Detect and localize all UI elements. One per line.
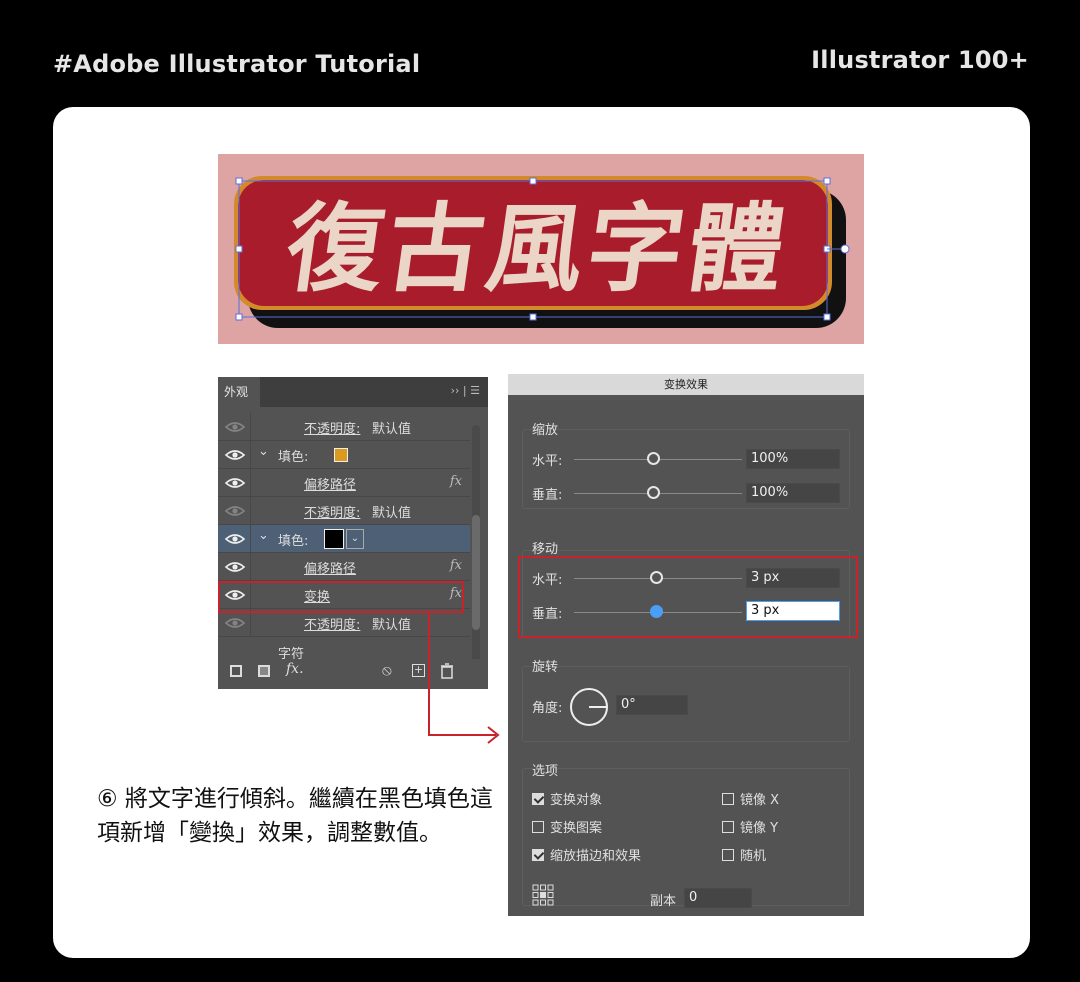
scale-v-knob[interactable] <box>647 486 660 499</box>
row-offset-path-2[interactable]: 偏移路径 fx <box>218 553 470 581</box>
row-label[interactable]: 填色: <box>278 530 308 549</box>
options-label: 选项 <box>532 764 559 779</box>
banner-text: 復古風字體 <box>279 192 796 304</box>
scale-v-label: 垂直: <box>532 488 563 503</box>
transform-effect-dialog: 变换效果 缩放 水平: 100% 垂直: 100% 移动 水平: 3 px 垂直… <box>508 374 864 916</box>
scale-label: 缩放 <box>532 423 559 438</box>
caption-text: ⑥ 將文字進行傾斜。繼續在黑色填色這項新增「變換」效果，調整數值。 <box>97 786 493 846</box>
fx-icon[interactable]: fx <box>450 474 462 489</box>
eye-icon[interactable] <box>224 613 246 633</box>
angle-dial-icon[interactable] <box>568 686 610 728</box>
row-label[interactable]: 偏移路径 <box>304 474 356 493</box>
scale-v-input[interactable]: 100% <box>746 483 840 503</box>
row-label[interactable]: 不透明度: <box>304 502 360 521</box>
clear-appearance-icon[interactable]: ⦸ <box>382 661 392 679</box>
add-effect-button[interactable]: fx. <box>286 661 304 677</box>
checkbox-random[interactable]: 随机 <box>722 845 766 864</box>
row-label[interactable]: 偏移路径 <box>304 558 356 577</box>
eye-icon[interactable] <box>224 445 246 465</box>
copies-label: 副本 <box>650 894 677 909</box>
scale-h-knob[interactable] <box>647 452 660 465</box>
eye-icon[interactable] <box>224 557 246 577</box>
eye-icon[interactable] <box>224 417 246 437</box>
fx-icon[interactable]: fx <box>450 558 462 573</box>
row-value: 默认值 <box>372 506 412 521</box>
checkbox-mirror-x[interactable]: 镜像 X <box>722 789 779 808</box>
row-label[interactable]: 填色: <box>278 446 308 465</box>
checkbox-transform-objects[interactable]: 变换对象 <box>532 789 602 808</box>
checkbox-transform-patterns[interactable]: 变换图案 <box>532 817 602 836</box>
header-left: #Adobe Illustrator Tutorial <box>53 50 421 78</box>
panel-menu-icon[interactable]: ›› | ☰ <box>451 384 480 397</box>
checkbox-icon <box>722 793 734 805</box>
add-stroke-icon[interactable] <box>230 665 242 677</box>
appearance-tabbar: 外观 ›› | ☰ <box>218 377 488 407</box>
checkbox-icon <box>532 821 544 833</box>
checkbox-checked-icon <box>532 793 544 805</box>
eye-icon[interactable] <box>224 501 246 521</box>
highlight-transform-row <box>218 581 464 613</box>
tab-appearance[interactable]: 外观 <box>218 377 260 407</box>
checkbox-icon <box>722 849 734 861</box>
chevron-down-icon[interactable]: ⌄ <box>258 528 269 543</box>
checkbox-scale-strokes[interactable]: 缩放描边和效果 <box>532 845 641 864</box>
swatch-dropdown-icon[interactable]: ⌄ <box>346 529 364 549</box>
row-value: 默认值 <box>372 618 412 633</box>
reference-point-icon[interactable] <box>532 884 554 906</box>
row-label[interactable]: 不透明度: <box>304 418 360 437</box>
scale-h-input[interactable]: 100% <box>746 449 840 469</box>
scale-h-label: 水平: <box>532 454 563 469</box>
header-right: Illustrator 100+ <box>811 46 1029 74</box>
add-fill-icon[interactable] <box>258 665 270 677</box>
retro-text-artwork[interactable]: 復古風字體 <box>218 154 864 344</box>
row-fill-orange[interactable]: ⌄ 填色: <box>218 441 470 469</box>
eye-icon[interactable] <box>224 529 246 549</box>
fill-swatch-black[interactable] <box>324 529 344 549</box>
angle-input[interactable]: 0° <box>616 695 688 715</box>
move-label: 移动 <box>532 542 559 557</box>
row-opacity-1[interactable]: 不透明度: 默认值 <box>218 413 470 441</box>
arrow-connector <box>428 612 500 744</box>
checkbox-mirror-y[interactable]: 镜像 Y <box>722 817 778 836</box>
fill-swatch-orange[interactable] <box>334 448 348 462</box>
checkbox-checked-icon <box>532 849 544 861</box>
row-value: 默认值 <box>372 422 412 437</box>
row-label[interactable]: 不透明度: <box>304 614 360 633</box>
row-opacity-2[interactable]: 不透明度: 默认值 <box>218 497 470 525</box>
checkbox-icon <box>722 821 734 833</box>
retro-text-svg: 復古風字體 <box>234 176 850 328</box>
dialog-title: 变换效果 <box>508 374 864 395</box>
highlight-move-group <box>518 556 858 638</box>
chevron-down-icon[interactable]: ⌄ <box>258 444 269 459</box>
angle-label: 角度: <box>532 701 563 716</box>
row-offset-path-1[interactable]: 偏移路径 fx <box>218 469 470 497</box>
copies-input[interactable]: 0 <box>684 888 752 908</box>
rotate-label: 旋转 <box>532 660 559 675</box>
eye-icon[interactable] <box>224 473 246 493</box>
row-fill-black[interactable]: ⌄ 填色: ⌄ <box>218 525 470 553</box>
